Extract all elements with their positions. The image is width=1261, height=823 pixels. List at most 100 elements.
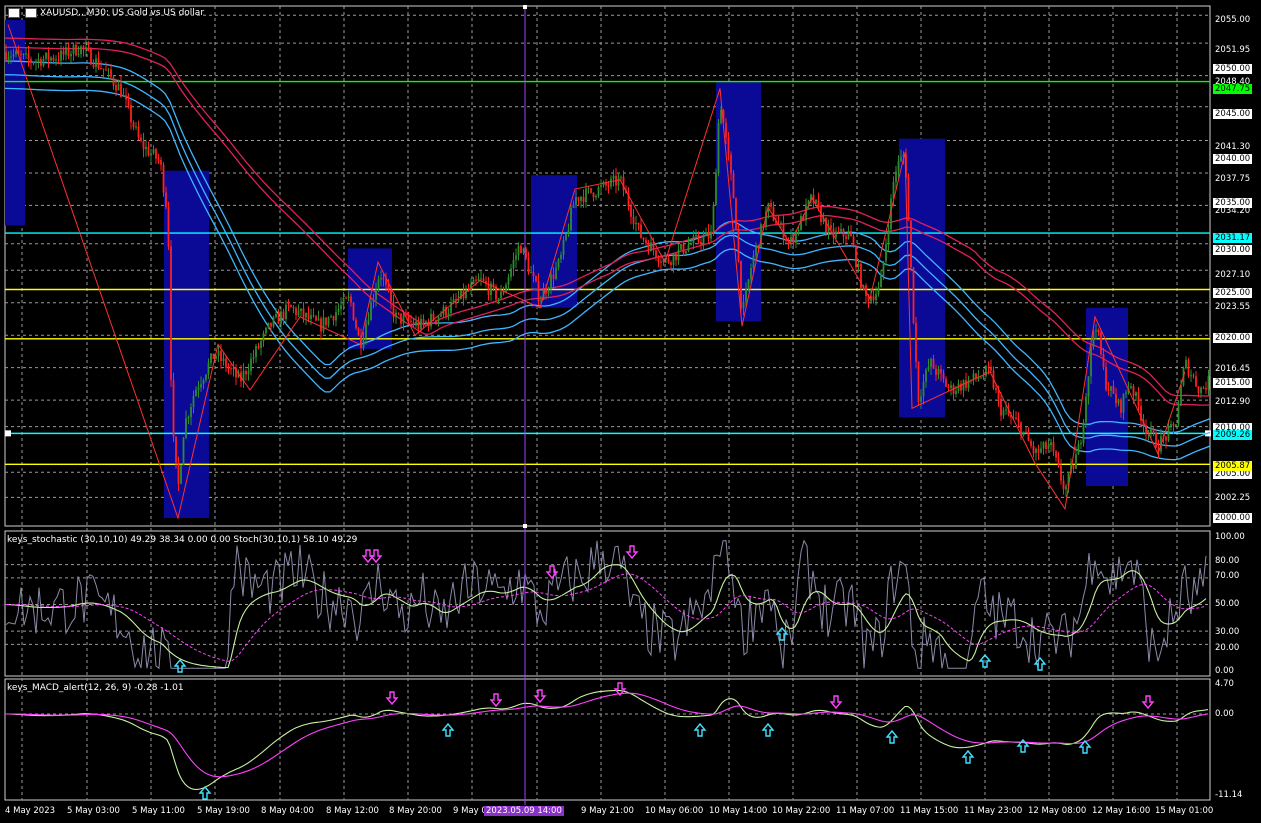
time-tick: 4 May 2023 [5, 806, 56, 816]
crosshair-time-label: 2023.05.09 14:00 [484, 806, 564, 816]
candle-body [87, 47, 90, 50]
candle-body [655, 250, 657, 258]
candle-body [825, 217, 827, 233]
candle-body [372, 299, 375, 303]
stochastic-header: keys_stochastic (30,10,10) 49.29 38.34 0… [7, 535, 358, 545]
candle-body [660, 261, 662, 263]
candle-body [1170, 424, 1172, 427]
candle-body [1022, 431, 1025, 436]
candle-body [1075, 454, 1077, 469]
candle-body [400, 313, 402, 324]
candle-body [475, 279, 477, 281]
candle-body [785, 239, 787, 241]
candle-body [570, 207, 572, 231]
candle-body [535, 276, 537, 282]
candle-body [377, 279, 380, 290]
candle-body [530, 272, 532, 274]
candle-body [312, 315, 315, 317]
price-tick: 2002.25 [1215, 493, 1251, 503]
candle-body [152, 149, 155, 154]
candle-body [995, 388, 997, 391]
candle-body [252, 357, 255, 359]
candle-body [402, 315, 405, 324]
candle-body [882, 261, 885, 276]
price-tick: 2051.95 [1215, 45, 1251, 55]
candle-body [990, 366, 992, 371]
candle-body [672, 253, 675, 265]
price-badge-cyan: 2009.26 [1213, 430, 1253, 440]
candle-body [195, 389, 197, 397]
candle-body [927, 367, 930, 370]
candle-body [705, 232, 707, 237]
candle-body [25, 53, 27, 55]
chart-menu-icon[interactable] [8, 8, 20, 18]
candle-body [50, 57, 52, 61]
candle-body [1080, 443, 1082, 445]
candle-body [1005, 409, 1007, 411]
candle-body [105, 69, 107, 71]
candle-body [840, 229, 842, 232]
candle-body [1197, 386, 1200, 393]
candle-body [797, 229, 800, 231]
candle-body [1085, 396, 1087, 423]
candle-body [130, 105, 132, 123]
candle-body [480, 278, 482, 280]
candle-body [950, 385, 952, 389]
candle-body [1185, 359, 1187, 369]
candle-body [115, 85, 117, 91]
candle-body [617, 177, 620, 186]
candle-body [557, 259, 560, 268]
candle-body [245, 371, 247, 375]
candle-body [650, 242, 652, 252]
candle-body [375, 289, 377, 300]
candle-body [752, 255, 755, 268]
candle-body [962, 380, 965, 391]
candle-body [577, 197, 580, 202]
candle-body [497, 298, 500, 300]
candle-body [57, 59, 60, 61]
price-badge-cyan: 2031.17 [1213, 233, 1253, 243]
candle-body [1045, 442, 1047, 449]
stoch-tick: 100.00 [1215, 532, 1245, 542]
candle-body [27, 53, 30, 60]
candle-body [1172, 424, 1175, 427]
candle-body [370, 302, 372, 321]
candle-body [327, 317, 330, 325]
candle-body [1100, 332, 1102, 355]
candle-body [632, 216, 635, 224]
candle-body [255, 346, 257, 358]
trading-chart[interactable] [0, 0, 1261, 823]
candle-body [70, 53, 72, 57]
price-tick: 2020.00 [1213, 333, 1253, 343]
candle-body [1120, 399, 1122, 413]
candle-body [580, 196, 582, 202]
candle-body [117, 83, 120, 91]
candle-body [912, 267, 915, 323]
candle-body [935, 368, 937, 375]
candle-body [697, 234, 700, 242]
candle-body [420, 319, 422, 330]
candle-body [730, 154, 732, 174]
candle-body [837, 231, 840, 233]
candle-body [67, 47, 70, 57]
candle-body [675, 253, 677, 261]
candle-body [207, 363, 210, 375]
candle-body [362, 338, 365, 348]
candle-body [287, 304, 290, 306]
chart-window-icon[interactable] [25, 8, 37, 18]
candle-body [920, 396, 922, 402]
candle-body [780, 222, 782, 224]
candle-body [702, 236, 705, 245]
candle-body [482, 278, 485, 281]
candle-body [90, 49, 92, 65]
time-tick: 10 May 22:00 [772, 806, 831, 816]
candle-body [652, 242, 655, 251]
candle-body [142, 140, 145, 150]
candle-body [422, 319, 425, 323]
time-tick: 9 May 0 [453, 806, 487, 816]
candle-body [230, 368, 232, 370]
candle-body [565, 234, 567, 241]
candle-body [1065, 486, 1067, 490]
candle-body [165, 192, 167, 208]
candle-body [1015, 417, 1017, 420]
